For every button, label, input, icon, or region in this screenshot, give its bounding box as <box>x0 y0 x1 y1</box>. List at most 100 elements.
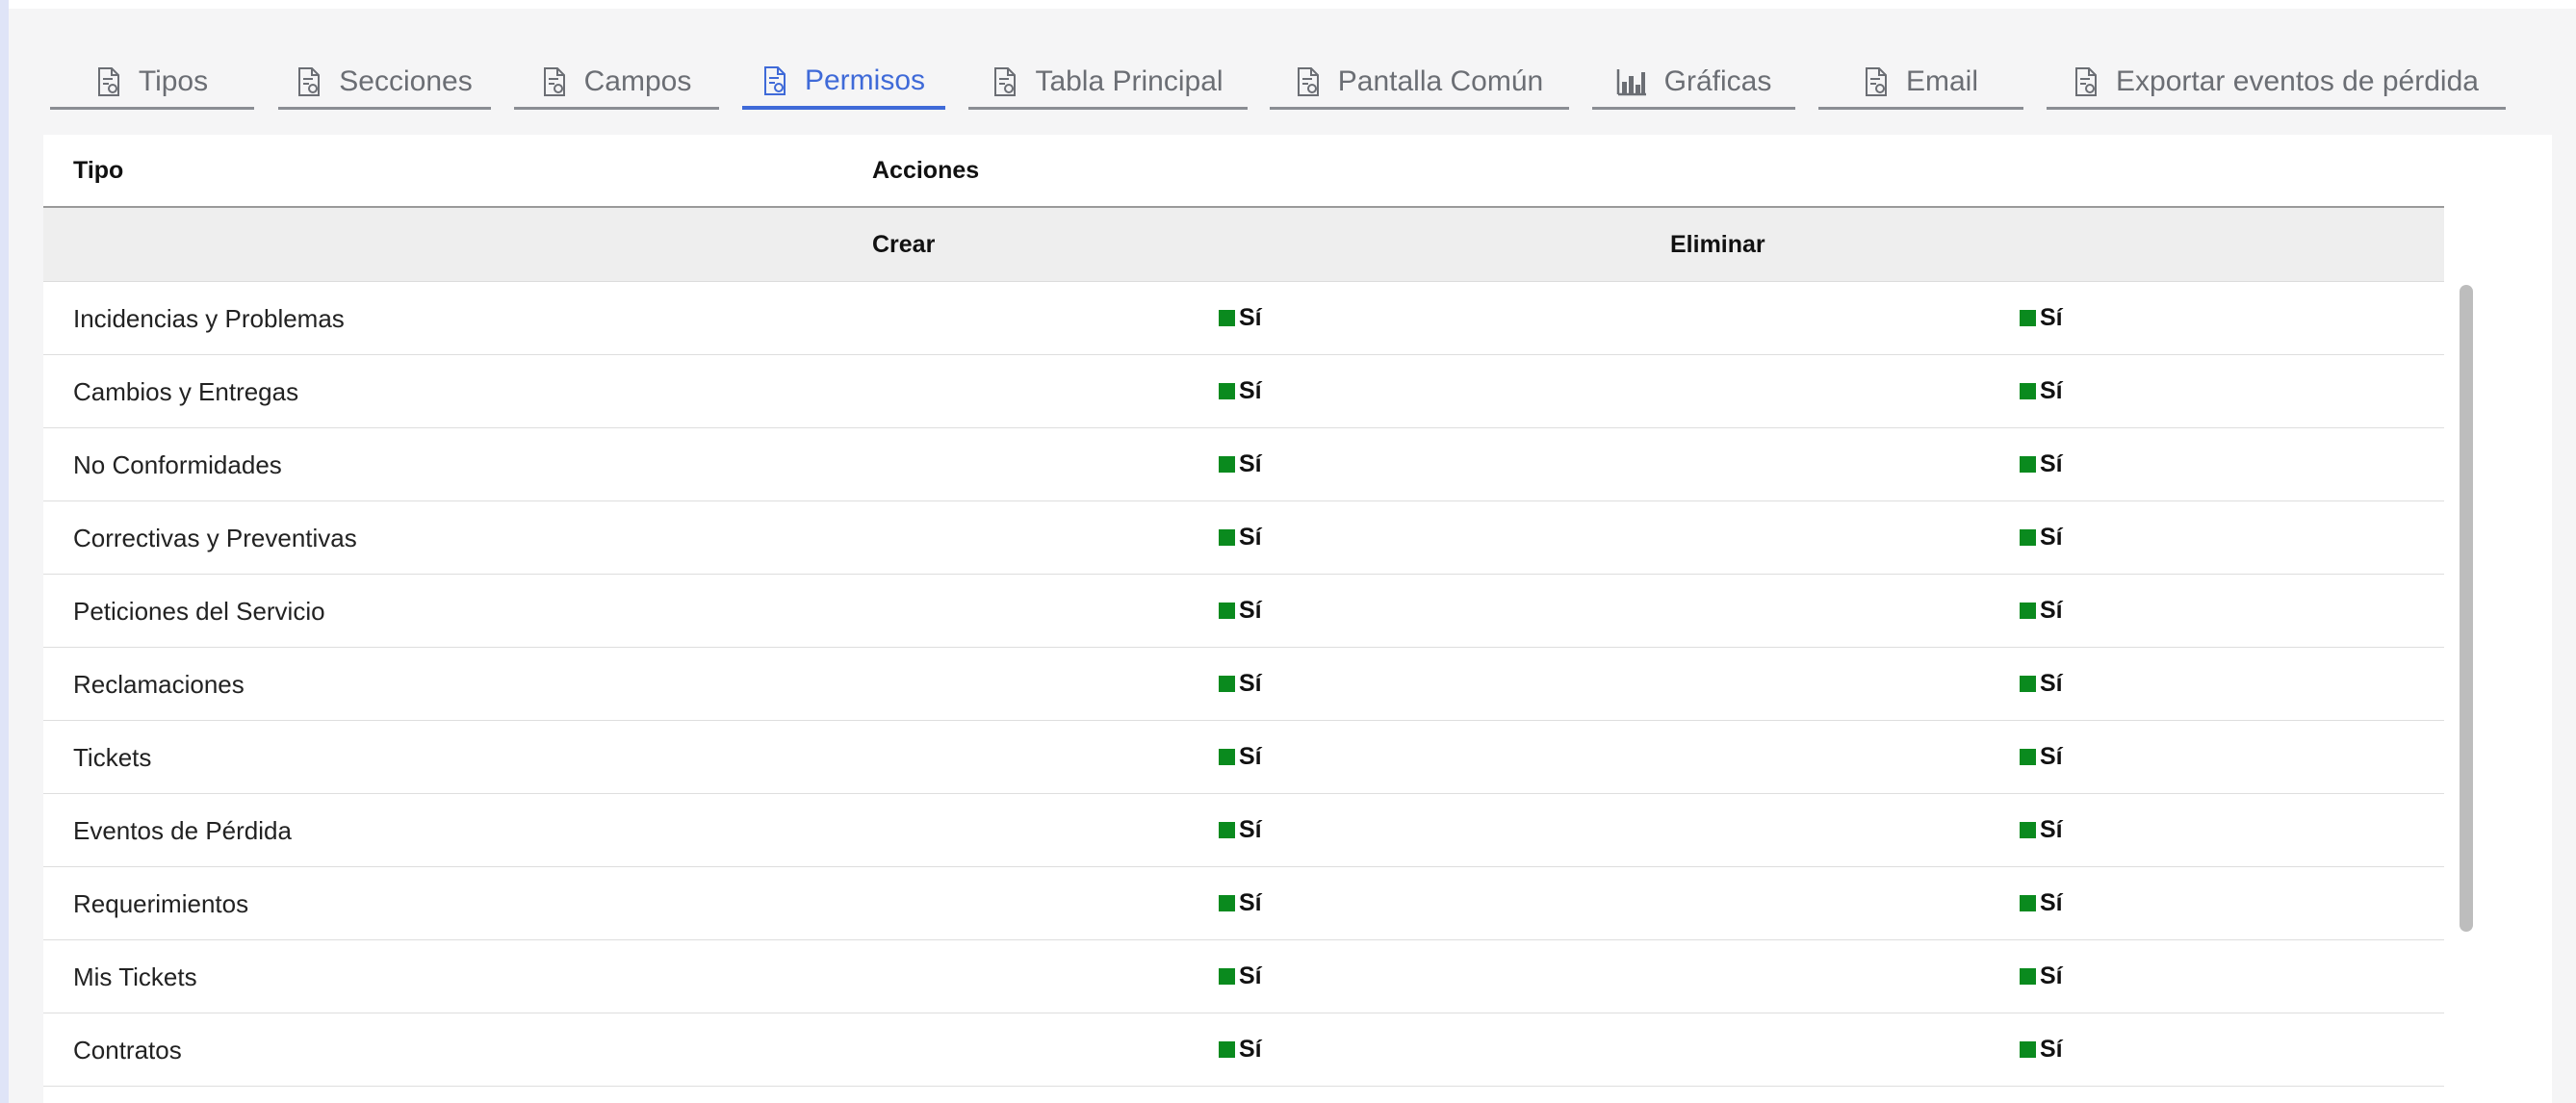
table-row[interactable]: Tickets Sí Sí <box>43 721 2444 794</box>
document-icon <box>96 66 121 97</box>
yes-marker-icon <box>2020 749 2036 765</box>
yes-marker-icon <box>2020 895 2036 911</box>
document-icon <box>1864 66 1889 97</box>
eliminar-value: Sí <box>2020 597 2063 625</box>
tab-label: Tabla Principal <box>1035 64 1224 97</box>
row-tipo: Incidencias y Problemas <box>73 304 345 333</box>
yes-marker-icon <box>2020 1041 2036 1058</box>
tab-bar: Tipos Secciones Campos Permisos Tabla Pr… <box>0 52 2576 114</box>
tab-tabla-principal[interactable]: Tabla Principal <box>968 52 1248 110</box>
table-row[interactable]: Mis Tickets Sí Sí <box>43 940 2444 1013</box>
table-row[interactable]: Requerimientos Sí Sí <box>43 867 2444 940</box>
top-band <box>9 0 2576 9</box>
eliminar-value: Sí <box>2020 743 2063 771</box>
bar-chart-icon <box>1616 67 1647 96</box>
tab-label: Gráficas <box>1663 64 1772 97</box>
yes-marker-icon <box>1219 310 1235 326</box>
eliminar-value: Sí <box>2020 670 2063 698</box>
yes-marker-icon <box>1219 456 1235 473</box>
yes-marker-icon <box>1219 749 1235 765</box>
document-icon <box>762 65 787 96</box>
column-header-eliminar[interactable]: Eliminar <box>1670 231 1765 259</box>
eliminar-value: Sí <box>2020 524 2063 552</box>
yes-marker-icon <box>1219 895 1235 911</box>
eliminar-value: Sí <box>2020 1036 2063 1064</box>
row-tipo: Peticiones del Servicio <box>73 597 325 626</box>
tab-label: Secciones <box>339 64 473 97</box>
document-icon <box>296 66 322 97</box>
crear-value: Sí <box>1219 524 1262 552</box>
row-tipo: Cambios y Entregas <box>73 377 299 406</box>
eliminar-value: Sí <box>2020 304 2063 332</box>
tab-label: Exportar eventos de pérdida <box>2116 64 2479 97</box>
row-tipo: Reclamaciones <box>73 670 245 699</box>
app-window: Tipos Secciones Campos Permisos Tabla Pr… <box>0 0 2576 1103</box>
yes-marker-icon <box>1219 822 1235 838</box>
table-row[interactable]: Correctivas y Preventivas Sí Sí <box>43 501 2444 575</box>
yes-marker-icon <box>1219 529 1235 546</box>
row-tipo: Requerimientos <box>73 889 249 918</box>
yes-marker-icon <box>1219 968 1235 985</box>
yes-marker-icon <box>2020 310 2036 326</box>
tab-graficas[interactable]: Gráficas <box>1592 52 1795 110</box>
tab-pantalla-comun[interactable]: Pantalla Común <box>1270 52 1569 110</box>
tab-label: Tipos <box>138 64 209 97</box>
tab-permisos[interactable]: Permisos <box>742 52 945 110</box>
table-row[interactable]: Eventos de Pérdida Sí Sí <box>43 794 2444 867</box>
yes-marker-icon <box>2020 456 2036 473</box>
yes-marker-icon <box>2020 968 2036 985</box>
column-header-acciones: Acciones <box>872 157 980 184</box>
tab-label: Permisos <box>804 64 926 96</box>
tab-email[interactable]: Email <box>1818 52 2023 110</box>
yes-marker-icon <box>1219 676 1235 692</box>
table-row[interactable]: Peticiones del Servicio Sí Sí <box>43 575 2444 648</box>
eliminar-value: Sí <box>2020 962 2063 990</box>
eliminar-value: Sí <box>2020 450 2063 478</box>
yes-marker-icon <box>1219 383 1235 399</box>
row-tipo: Mis Tickets <box>73 962 197 991</box>
crear-value: Sí <box>1219 450 1262 478</box>
table-row[interactable]: Contratos Sí Sí <box>43 1013 2444 1087</box>
vertical-scrollbar[interactable] <box>2460 285 2475 932</box>
tab-exportar-eventos[interactable]: Exportar eventos de pérdida <box>2047 52 2506 110</box>
yes-marker-icon <box>1219 1041 1235 1058</box>
table-row[interactable]: Incidencias y Problemas Sí Sí <box>43 282 2444 355</box>
crear-value: Sí <box>1219 377 1262 405</box>
row-tipo: Eventos de Pérdida <box>73 816 292 845</box>
document-icon <box>1296 66 1321 97</box>
document-icon <box>2074 66 2099 97</box>
table-row[interactable]: No Conformidades Sí Sí <box>43 428 2444 501</box>
yes-marker-icon <box>2020 529 2036 546</box>
eliminar-value: Sí <box>2020 816 2063 844</box>
row-tipo: Correctivas y Preventivas <box>73 524 357 552</box>
tab-label: Campos <box>583 64 692 97</box>
eliminar-value: Sí <box>2020 889 2063 917</box>
tab-tipos[interactable]: Tipos <box>50 52 254 110</box>
crear-value: Sí <box>1219 597 1262 625</box>
tab-secciones[interactable]: Secciones <box>278 52 491 110</box>
crear-value: Sí <box>1219 670 1262 698</box>
left-edge-strip <box>0 0 9 1103</box>
row-tipo: Tickets <box>73 743 152 772</box>
table-header-row: Tipo Acciones <box>43 135 2444 208</box>
yes-marker-icon <box>2020 676 2036 692</box>
column-header-crear[interactable]: Crear <box>872 231 935 259</box>
eliminar-value: Sí <box>2020 377 2063 405</box>
table-subheader-row: Crear Eliminar <box>43 208 2444 282</box>
crear-value: Sí <box>1219 889 1262 917</box>
crear-value: Sí <box>1219 962 1262 990</box>
yes-marker-icon <box>2020 822 2036 838</box>
table-body: Incidencias y Problemas Sí Sí Cambios y … <box>43 282 2444 1087</box>
tab-label: Pantalla Común <box>1337 64 1544 97</box>
yes-marker-icon <box>2020 603 2036 619</box>
row-tipo: No Conformidades <box>73 450 282 479</box>
scrollbar-thumb[interactable] <box>2460 285 2473 932</box>
yes-marker-icon <box>2020 383 2036 399</box>
column-header-tipo[interactable]: Tipo <box>73 157 123 185</box>
table-row[interactable]: Cambios y Entregas Sí Sí <box>43 355 2444 428</box>
table-row[interactable]: Reclamaciones Sí Sí <box>43 648 2444 721</box>
tab-campos[interactable]: Campos <box>514 52 719 110</box>
crear-value: Sí <box>1219 1036 1262 1064</box>
yes-marker-icon <box>1219 603 1235 619</box>
tab-label: Email <box>1905 64 1978 97</box>
